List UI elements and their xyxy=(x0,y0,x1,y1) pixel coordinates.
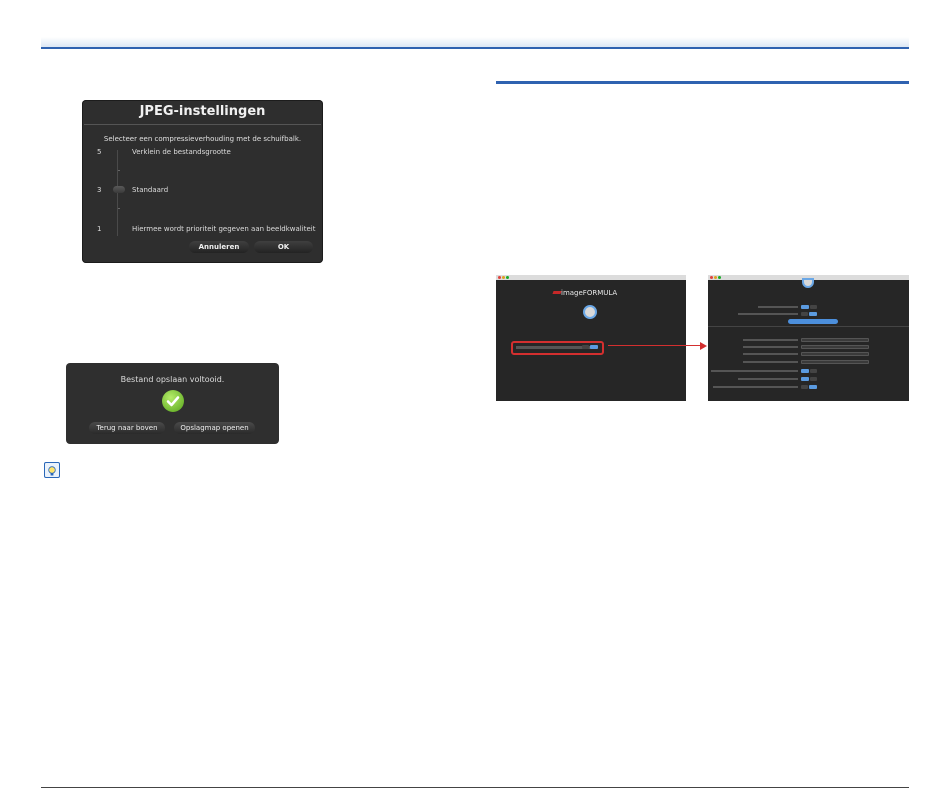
setting-select xyxy=(801,352,869,356)
close-icon xyxy=(498,276,501,279)
scale-label: Standaard xyxy=(132,186,169,194)
scan-button-icon xyxy=(802,278,814,288)
toggle-on xyxy=(809,385,817,389)
app-logo: imageFORMULA xyxy=(561,289,618,297)
compression-slider-track[interactable] xyxy=(117,150,118,236)
highlight-callout xyxy=(511,341,604,355)
dialog-instruction: Selecteer een compressieverhouding met d… xyxy=(103,135,302,143)
zoom-icon xyxy=(718,276,721,279)
footer-rule xyxy=(41,787,909,788)
minimize-icon xyxy=(714,276,717,279)
toggle-off xyxy=(801,385,808,389)
setting-row xyxy=(743,361,798,363)
app-screenshot-after xyxy=(708,275,909,401)
lightbulb-icon xyxy=(44,462,60,478)
minimize-icon xyxy=(502,276,505,279)
checkmark-icon xyxy=(162,390,184,412)
slider-tick xyxy=(118,170,120,171)
save-complete-dialog: Bestand opslaan voltooid. Terug naar bov… xyxy=(66,363,279,444)
section-rule xyxy=(496,81,909,84)
toggle-off xyxy=(810,369,817,373)
setting-row xyxy=(738,378,798,380)
dialog-title: JPEG-instellingen xyxy=(139,104,266,119)
toggle-off xyxy=(801,312,808,316)
zoom-icon xyxy=(506,276,509,279)
setting-row xyxy=(713,386,798,388)
setting-select xyxy=(801,345,869,349)
setting-row xyxy=(743,353,798,355)
toggle-on xyxy=(801,305,809,309)
scan-settings-button xyxy=(788,319,838,324)
back-to-top-button[interactable]: Terug naar boven xyxy=(89,422,165,434)
setting-row xyxy=(743,339,798,341)
setting-select xyxy=(801,360,869,364)
scale-label: Hiermee wordt prioriteit gegeven aan bee… xyxy=(132,225,316,233)
toggle-on xyxy=(809,312,817,316)
scale-number: 3 xyxy=(97,186,102,194)
open-folder-button[interactable]: Opslagmap openen xyxy=(174,422,255,434)
app-screenshot-before: imageFORMULA xyxy=(496,275,686,401)
setting-row xyxy=(711,370,798,372)
setting-row xyxy=(738,313,798,315)
ok-button[interactable]: OK xyxy=(254,241,313,253)
cancel-button[interactable]: Annuleren xyxy=(189,241,249,253)
toggle-on xyxy=(801,369,809,373)
jpeg-settings-dialog: JPEG-instellingen Selecteer een compress… xyxy=(82,100,323,263)
toggle-off xyxy=(810,305,817,309)
save-message: Bestand opslaan voltooid. xyxy=(120,375,225,384)
setting-select xyxy=(801,338,869,342)
slider-tick xyxy=(118,208,120,209)
arrow-line xyxy=(608,345,700,346)
setting-row xyxy=(758,306,798,308)
setting-row xyxy=(743,346,798,348)
header-bar xyxy=(41,37,909,49)
close-icon xyxy=(710,276,713,279)
divider xyxy=(84,124,321,125)
window-titlebar xyxy=(496,275,686,280)
divider xyxy=(708,326,909,327)
toggle-on xyxy=(801,377,809,381)
scan-button-icon xyxy=(583,305,597,319)
scale-number: 5 xyxy=(97,148,102,156)
compression-slider-knob[interactable] xyxy=(113,186,125,193)
arrow-head-icon xyxy=(700,342,707,350)
scale-number: 1 xyxy=(97,225,102,233)
scale-label: Verklein de bestandsgrootte xyxy=(132,148,231,156)
toggle-off xyxy=(810,377,817,381)
